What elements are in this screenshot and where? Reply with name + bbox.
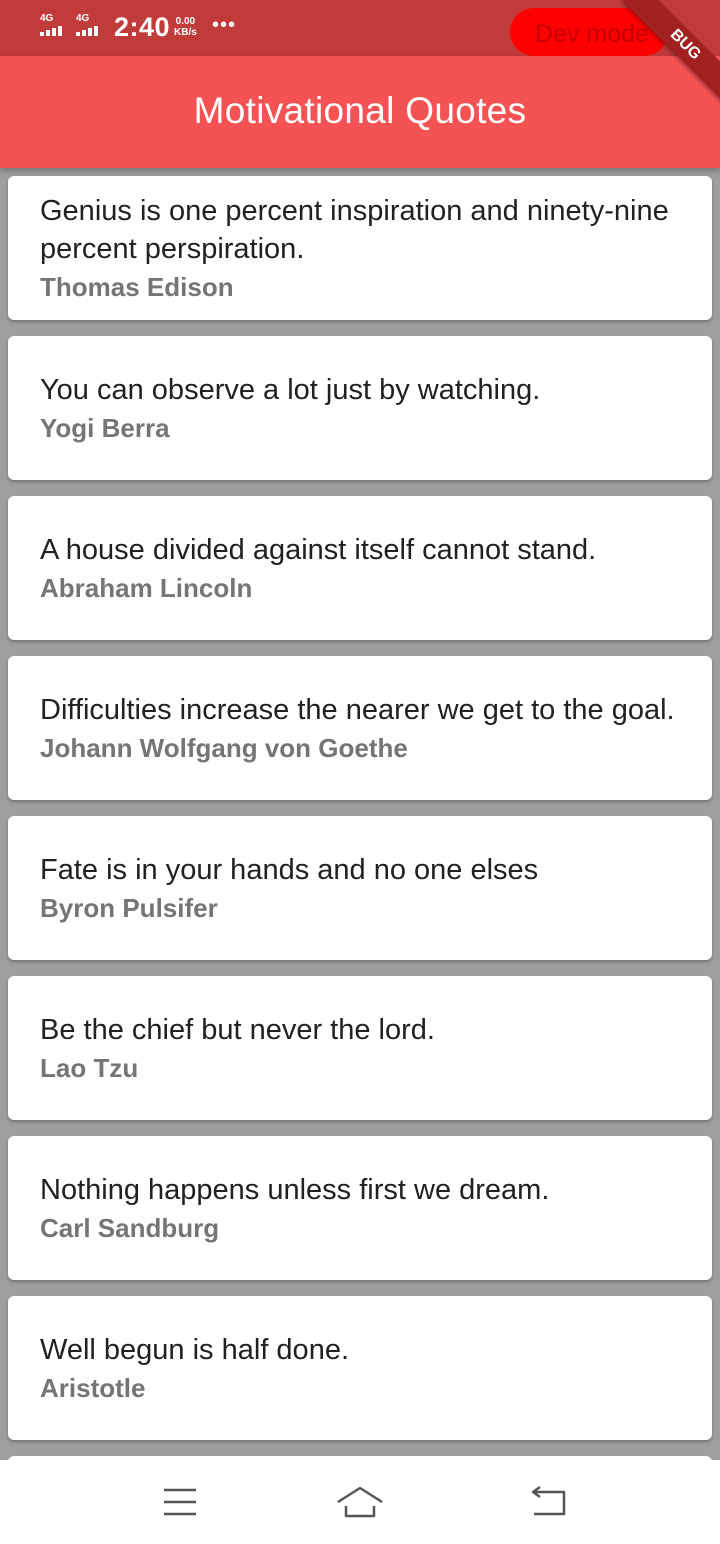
quote-card[interactable]: Fate is in your hands and no one elses B… [8,816,712,960]
quote-author: Aristotle [40,1373,146,1403]
quote-text: A house divided against itself cannot st… [40,534,597,566]
status-bar: 4G 4G 2:40 0.00 KB/s ••• Dev mode [0,0,720,56]
quote-card[interactable]: Well begun is half done. Aristotle [8,1296,712,1440]
signal-4g-1: 4G [40,13,62,36]
net-speed: 0.00 KB/s [174,16,197,38]
quote-author: Lao Tzu [40,1053,139,1083]
status-time: 2:40 [114,12,171,42]
net-speed-unit: KB/s [174,27,197,38]
quote-text: You can observe a lot just by watching. [40,374,541,406]
menu-icon[interactable] [150,1480,210,1524]
dev-mode-badge[interactable]: Dev mode [510,8,668,56]
quote-card[interactable]: You can observe a lot just by watching. … [8,336,712,480]
quote-author: Byron Pulsifer [40,893,218,923]
quote-text: Difficulties increase the nearer we get … [40,694,675,726]
quote-card[interactable]: Be the chief but never the lord. Lao Tzu [8,976,712,1120]
quote-card[interactable]: Genius is one percent inspiration and ni… [8,176,712,320]
quote-author: Abraham Lincoln [40,573,253,603]
net-speed-value: 0.00 [175,16,196,27]
quote-author: Yogi Berra [40,413,170,443]
back-icon[interactable] [520,1480,580,1524]
system-nav-bar [0,1460,720,1544]
quote-author: Thomas Edison [40,272,234,302]
quote-card[interactable]: Nothing happens unless first we dream. C… [8,1136,712,1280]
quote-author: Carl Sandburg [40,1213,220,1243]
network-type-label-1: 4G [40,13,54,24]
quote-card[interactable]: Difficulties increase the nearer we get … [8,656,712,800]
quote-text: Nothing happens unless first we dream. [40,1174,550,1206]
quote-author: Johann Wolfgang von Goethe [40,733,408,763]
quote-card[interactable]: A house divided against itself cannot st… [8,496,712,640]
signal-bars-icon [40,26,62,36]
quote-text: Well begun is half done. [40,1334,350,1366]
more-notifications-icon: ••• [212,14,237,36]
quote-text: Fate is in your hands and no one elses [40,854,539,886]
network-type-label-2: 4G [76,13,90,24]
signal-bars-icon [76,26,98,36]
quote-text: Be the chief but never the lord. [40,1014,435,1046]
quote-text: Genius is one percent inspiration and ni… [40,195,669,265]
home-icon[interactable] [330,1480,390,1524]
app-bar: Motivational Quotes [0,56,720,168]
page-title: Motivational Quotes [193,90,527,131]
quote-list[interactable]: Genius is one percent inspiration and ni… [0,168,720,1460]
signal-4g-2: 4G [76,13,98,36]
